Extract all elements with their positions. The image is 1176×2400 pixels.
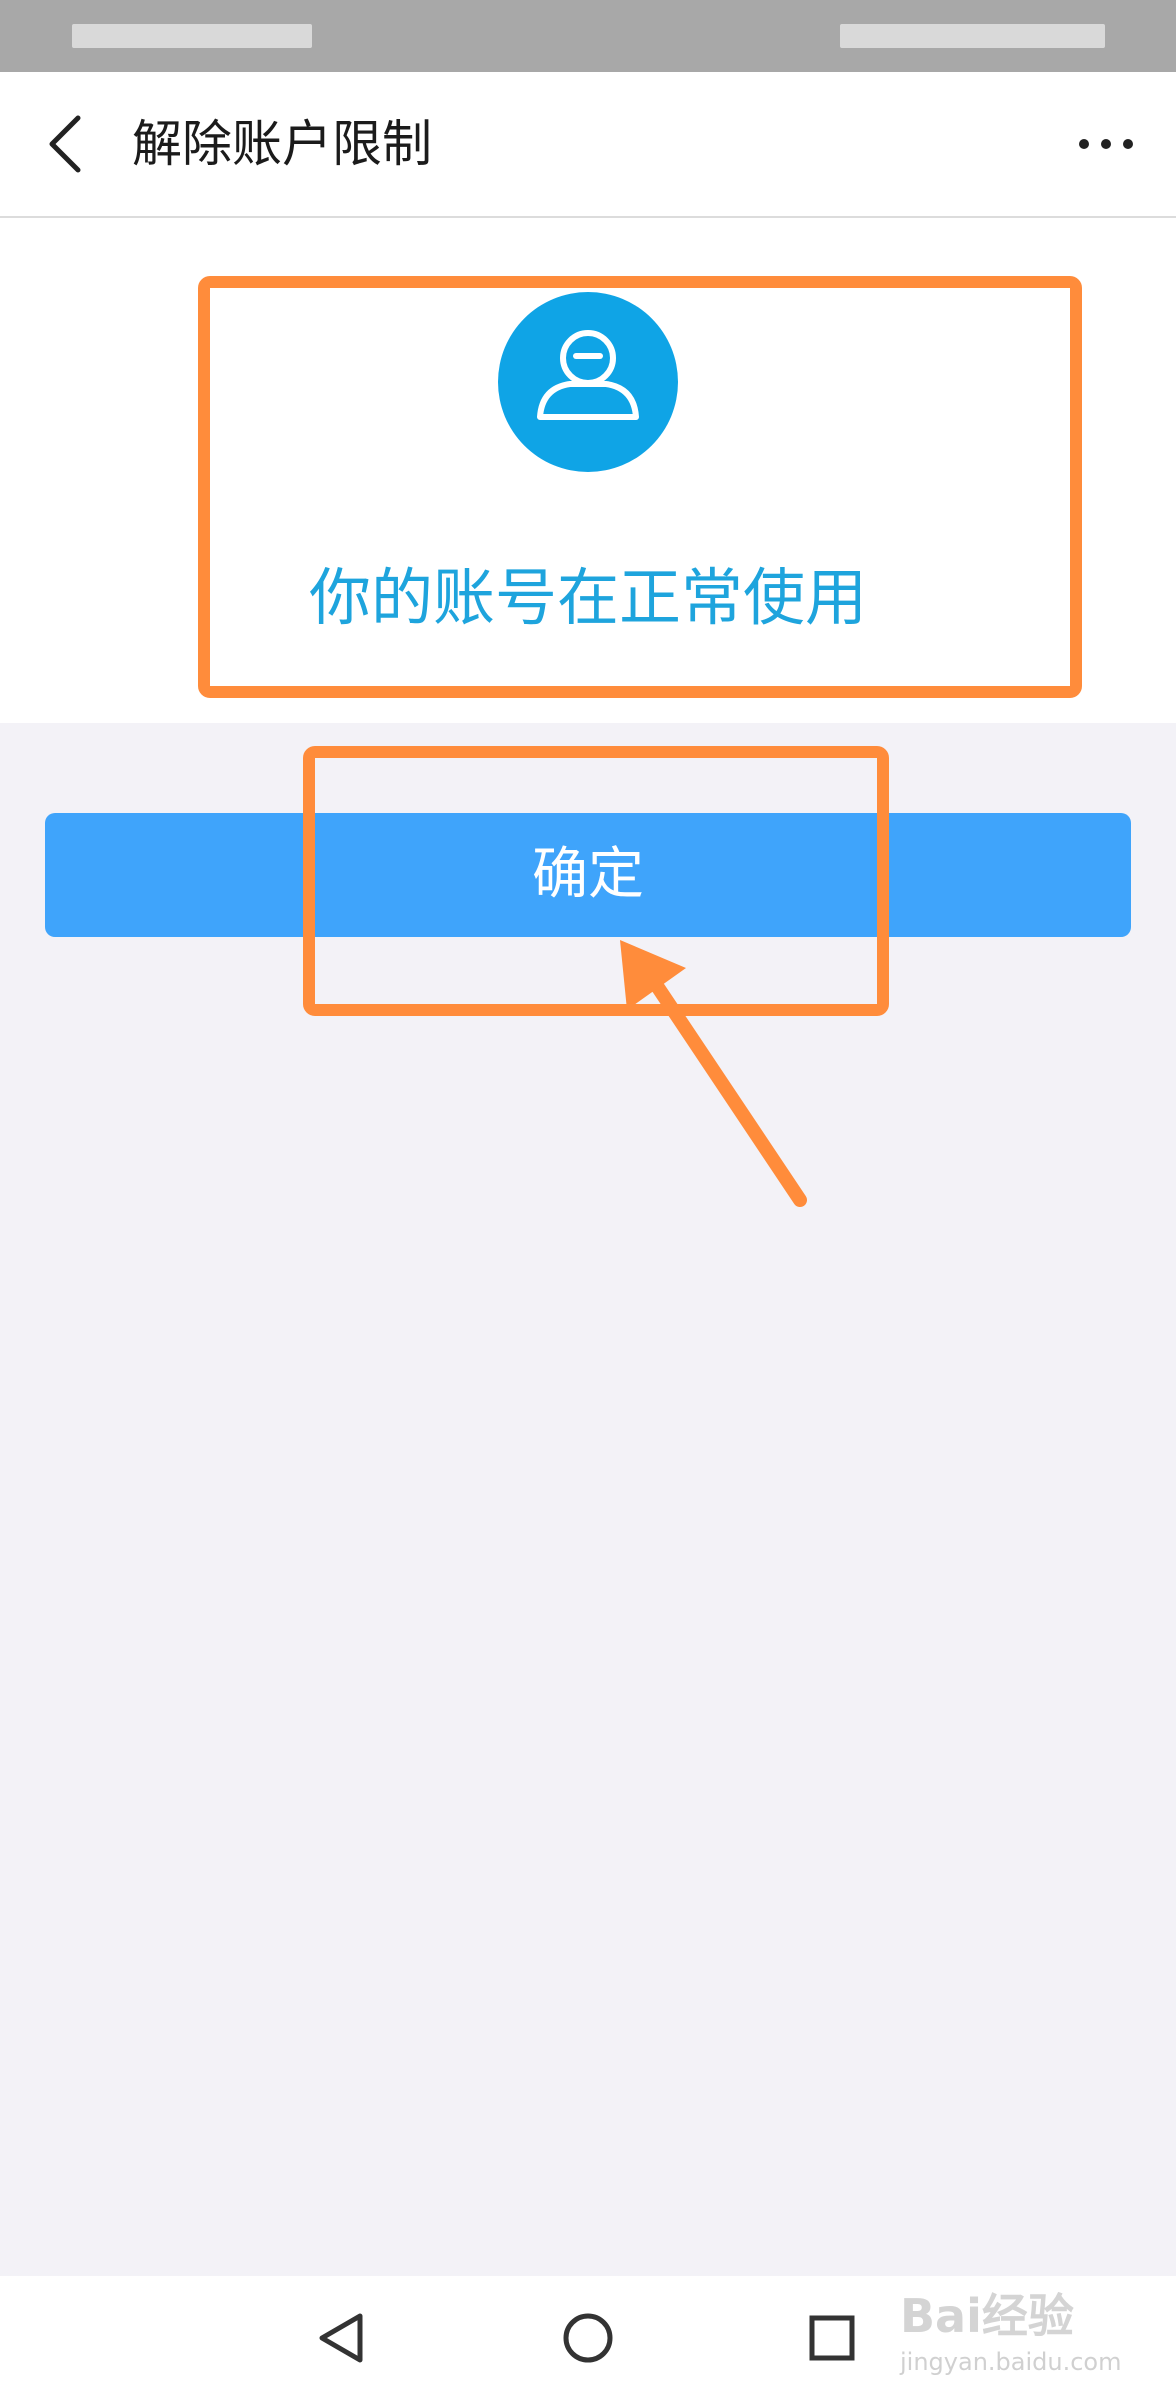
page-title: 解除账户限制 bbox=[132, 115, 432, 173]
more-horizontal-icon[interactable] bbox=[1076, 124, 1136, 164]
watermark-site: jingyan.baidu.com bbox=[900, 2348, 1122, 2376]
status-bar-right-blurred bbox=[840, 24, 1105, 48]
account-status-card: 你的账号在正常使用 bbox=[0, 218, 1176, 723]
watermark: Bai经验 jingyan.baidu.com bbox=[900, 2276, 1150, 2386]
account-status-message: 你的账号在正常使用 bbox=[308, 561, 867, 634]
circle-home-icon[interactable] bbox=[548, 2298, 628, 2378]
annotation-arrow bbox=[620, 940, 807, 1207]
status-bar-left-blurred bbox=[72, 24, 312, 48]
triangle-back-icon[interactable] bbox=[302, 2298, 382, 2378]
nav-bar: 解除账户限制 bbox=[0, 72, 1176, 218]
watermark-brand: Bai经验 bbox=[900, 2289, 1074, 2343]
user-icon bbox=[498, 292, 678, 472]
square-recent-icon[interactable] bbox=[792, 2298, 872, 2378]
status-bar bbox=[0, 0, 1176, 72]
confirm-button[interactable]: 确定 bbox=[45, 813, 1131, 937]
chevron-left-icon[interactable] bbox=[40, 108, 96, 180]
